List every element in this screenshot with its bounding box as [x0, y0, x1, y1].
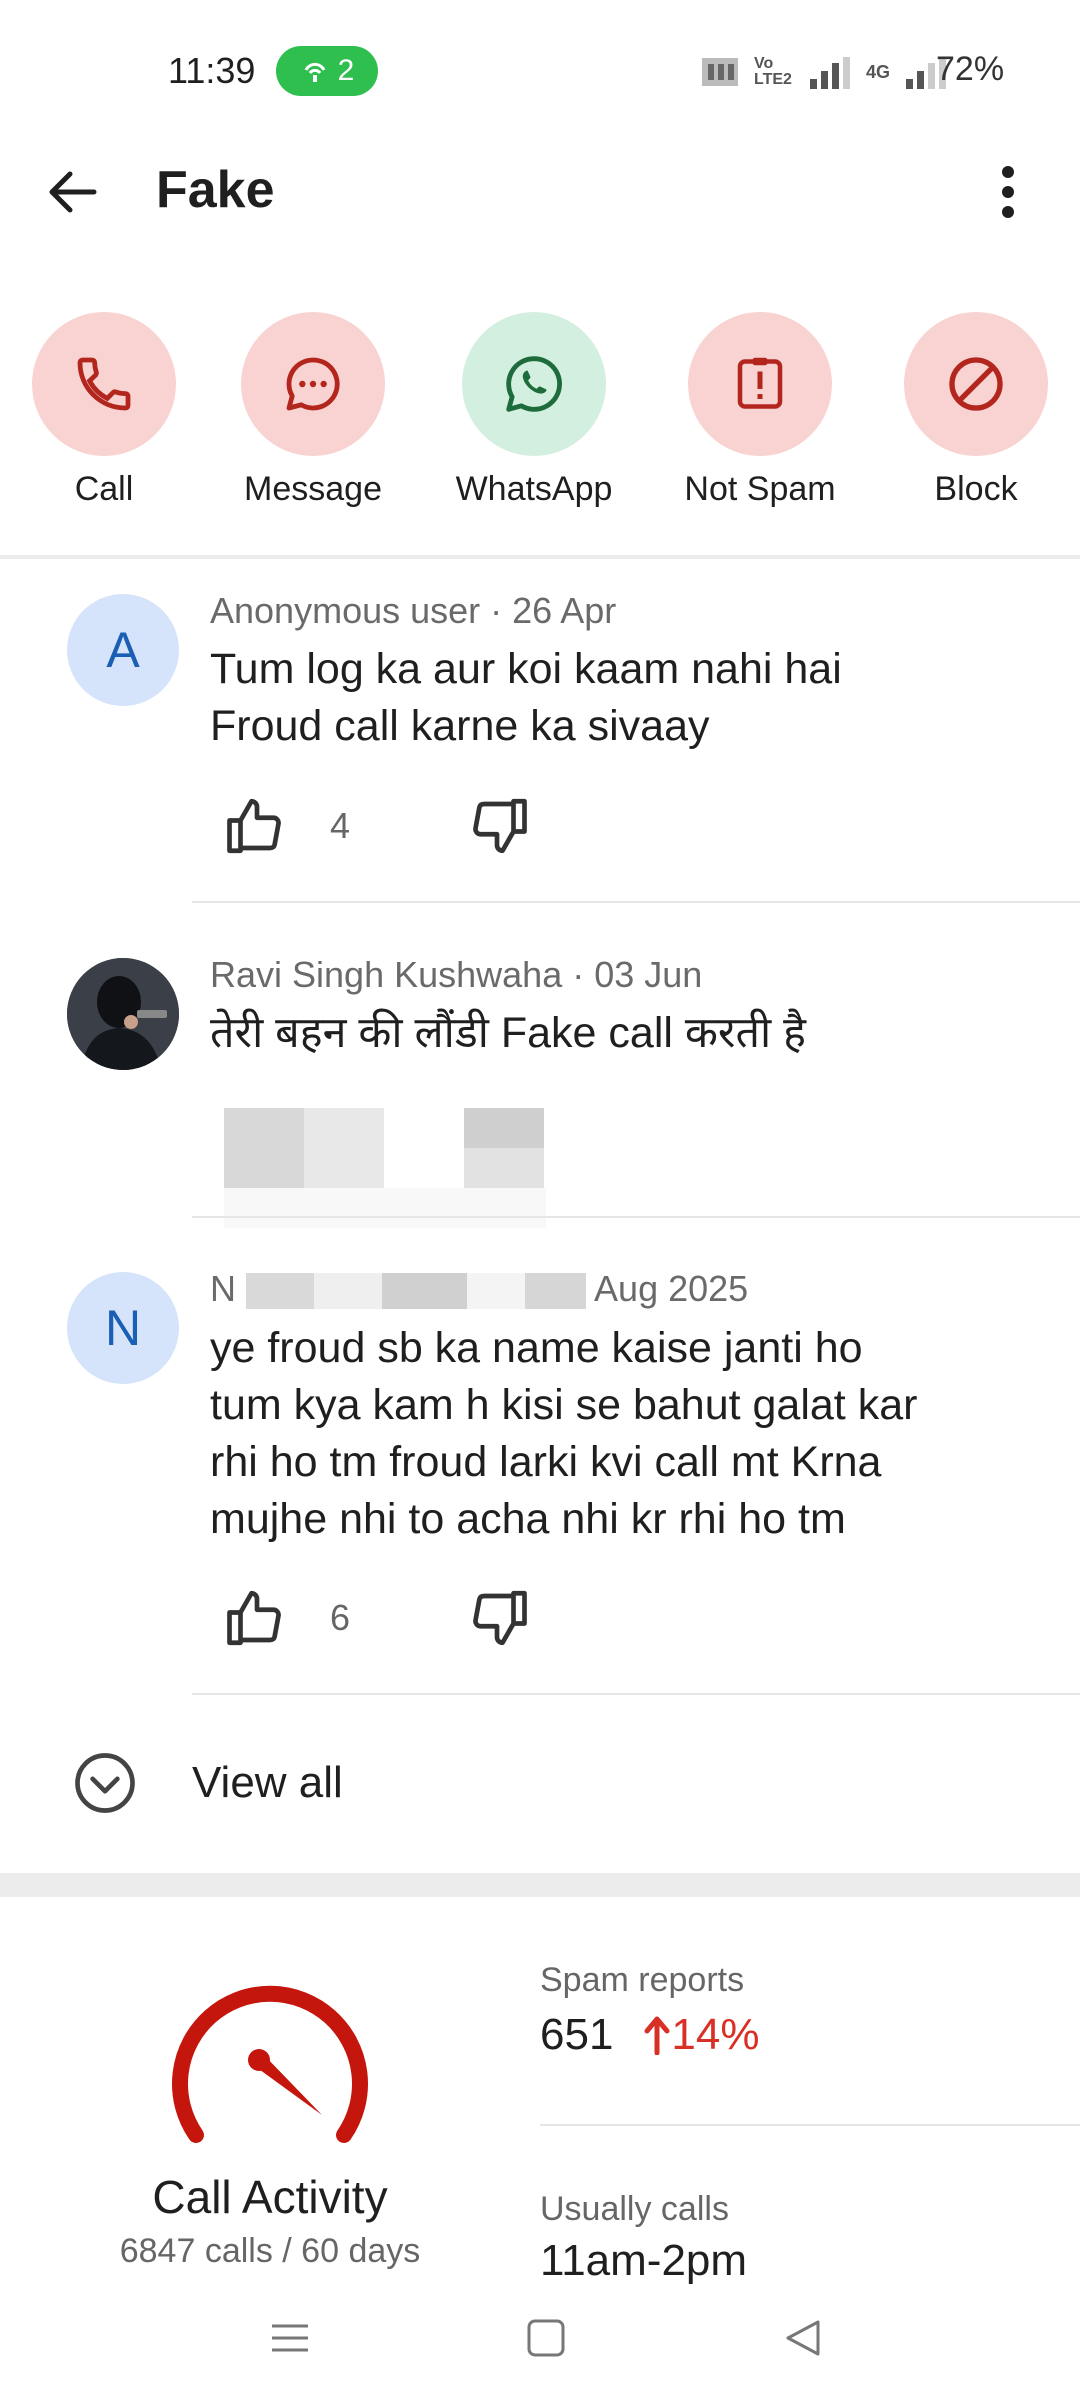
sim-icon [702, 58, 738, 86]
avatar: A [67, 594, 179, 706]
like-button[interactable]: 4 [222, 793, 350, 859]
view-all-label: View all [192, 1758, 343, 1807]
comment-meta: Anonymous user · 26 Apr [210, 590, 617, 631]
call-label: Call [74, 470, 134, 508]
profile-photo-icon [67, 958, 179, 1070]
stats-divider [540, 2124, 1080, 2126]
phone-icon [77, 357, 131, 411]
not-spam-circle[interactable] [688, 312, 832, 456]
more-options-button[interactable] [978, 160, 1038, 224]
call-activity-gauge [164, 1975, 376, 2150]
comment-line: rhi ho tm froud larki kvi call mt Krna [210, 1438, 882, 1486]
message-label: Message [244, 470, 382, 508]
thumbs-down-icon [473, 798, 527, 854]
call-circle[interactable] [32, 312, 176, 456]
comment-divider [192, 901, 1080, 903]
call-activity-title: Call Activity [152, 2171, 388, 2223]
comment-meta-date: Aug 2025 [594, 1268, 749, 1309]
hotspot-indicator: 2 [276, 46, 378, 96]
view-all-button[interactable]: View all [72, 1750, 343, 1816]
back-arrow-icon [49, 171, 97, 213]
usually-calls-value: 11am-2pm [540, 2236, 748, 2285]
usually-calls-label: Usually calls [540, 2190, 729, 2228]
message-icon [286, 357, 340, 411]
message-circle[interactable] [241, 312, 385, 456]
call-action[interactable]: Call [14, 312, 194, 509]
status-time: 11:39 [168, 50, 256, 91]
whatsapp-label: WhatsApp [455, 470, 613, 508]
not-spam-action[interactable]: Not Spam [670, 312, 850, 509]
comment-divider [192, 1216, 1080, 1218]
network-type: 4G [866, 61, 891, 82]
home-square-icon [527, 2319, 565, 2357]
whatsapp-action[interactable]: WhatsApp [444, 312, 624, 509]
speedometer-icon [172, 1985, 368, 2143]
spam-reports-stat: 651 14% [540, 2010, 760, 2060]
comment-meta: N Aug 2025 [210, 1268, 748, 1310]
spam-reports-value: 651 [540, 2010, 614, 2059]
block-action[interactable]: Block [886, 312, 1066, 509]
like-count: 6 [330, 1597, 351, 1638]
comment-line: Tum log ka aur koi kaam nahi hai [210, 645, 842, 693]
thumbs-down-icon [473, 1590, 527, 1646]
comment-text: Tum log ka aur koi kaam nahi hai Froud c… [210, 641, 1080, 755]
redacted-name [246, 1273, 587, 1310]
comment-text: ye froud sb ka name kaise janti ho tum k… [210, 1320, 1080, 1548]
not-spam-label: Not Spam [684, 470, 836, 508]
back-nav-button[interactable] [782, 2318, 822, 2363]
back-triangle-icon [786, 2320, 820, 2356]
dislike-button[interactable] [462, 1585, 532, 1656]
spam-reports-label: Spam reports [540, 1961, 745, 1999]
back-button[interactable] [40, 160, 104, 224]
comment-meta: Ravi Singh Kushwaha · 03 Jun [210, 954, 703, 995]
comment-line: tum kya kam h kisi se bahut galat kar [210, 1381, 918, 1429]
more-vert-icon [1002, 166, 1014, 218]
signal-icon [810, 57, 850, 89]
block-label: Block [934, 470, 1018, 508]
not-spam-icon [737, 357, 783, 409]
hotspot-icon [304, 62, 326, 82]
avatar [67, 958, 179, 1070]
system-navigation-bar [0, 2290, 1080, 2400]
comment-line: तेरी बहन की लौंडी Fake call करती है [210, 1009, 806, 1057]
dislike-button[interactable] [462, 793, 532, 864]
comment-text: तेरी बहन की लौंडी Fake call करती है [210, 1005, 1080, 1062]
like-count: 4 [330, 805, 351, 846]
volte-label: Vo LTE2 [754, 55, 792, 88]
section-divider [0, 1873, 1080, 1897]
avatar: N [67, 1272, 179, 1384]
hotspot-count: 2 [337, 54, 355, 87]
arrow-up-icon [644, 2016, 670, 2055]
thumbs-up-icon [227, 798, 281, 854]
whatsapp-circle[interactable] [462, 312, 606, 456]
like-button[interactable]: 6 [222, 1585, 350, 1651]
menu-icon [272, 2324, 308, 2352]
comment-line: Froud call karne ka sivaay [210, 702, 710, 750]
page-title: Fake [156, 161, 275, 219]
battery-level: 72% [936, 50, 1005, 88]
status-icons: Vo LTE2 4G [700, 52, 948, 92]
recents-button[interactable] [270, 2318, 310, 2363]
comment-line: ye froud sb ka name kaise janti ho [210, 1324, 863, 1372]
block-circle[interactable] [904, 312, 1048, 456]
message-action[interactable]: Message [223, 312, 403, 509]
thumbs-up-icon [227, 1590, 281, 1646]
comment-line: mujhe nhi to acha nhi kr rhi ho tm [210, 1495, 846, 1543]
comment-meta-prefix: N [210, 1268, 236, 1309]
block-icon [949, 357, 1003, 411]
spam-reports-trend: 14% [671, 2010, 760, 2059]
redacted-area [224, 1108, 546, 1228]
home-button[interactable] [526, 2318, 566, 2363]
whatsapp-icon [506, 356, 562, 412]
chevron-down-circle-icon [75, 1753, 135, 1813]
call-activity-subtitle: 6847 calls / 60 days [119, 2232, 421, 2270]
header-divider [0, 555, 1080, 559]
comment-divider [192, 1693, 1080, 1695]
